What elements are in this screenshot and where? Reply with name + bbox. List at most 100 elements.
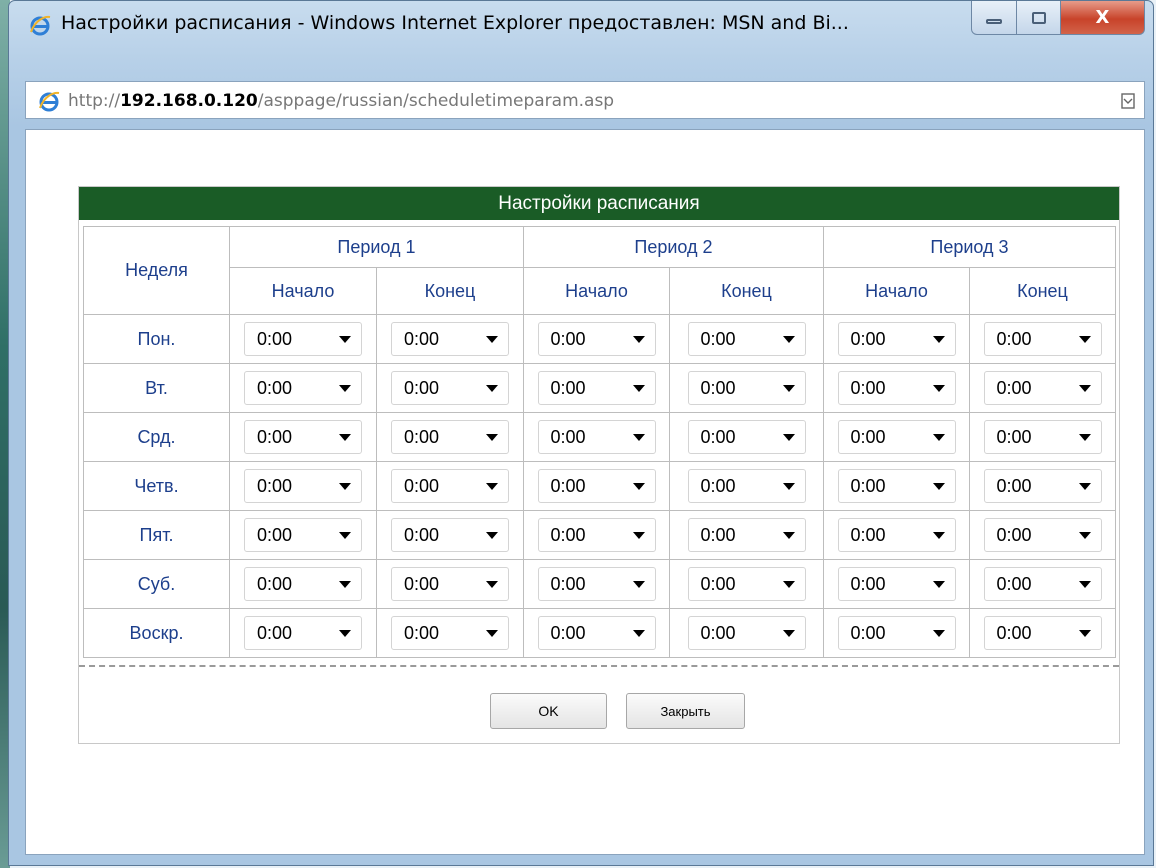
time-select-p2-start[interactable]: 0:00 bbox=[537, 469, 656, 503]
time-select-p2-start[interactable]: 0:00 bbox=[537, 371, 656, 405]
time-select-value: 0:00 bbox=[850, 622, 886, 643]
chevron-down-icon bbox=[486, 482, 498, 490]
day-label: Пон. bbox=[83, 314, 230, 364]
week-header: Неделя bbox=[83, 226, 230, 315]
time-select-p3-end[interactable]: 0:00 bbox=[983, 567, 1102, 601]
start-header: Начало bbox=[229, 267, 377, 315]
schedule-table: Неделя Период 1 Период 2 Период 3 Начало… bbox=[83, 226, 1116, 658]
time-select-p1-start[interactable]: 0:00 bbox=[244, 322, 362, 356]
chevron-down-icon bbox=[1078, 580, 1091, 588]
time-select-value: 0:00 bbox=[996, 573, 1032, 594]
day-row: Вт. 0:00 0:00 0:00 0:00 0:00 0:00 bbox=[83, 363, 1116, 413]
time-select-value: 0:00 bbox=[996, 622, 1032, 643]
time-select-p2-end[interactable]: 0:00 bbox=[687, 420, 806, 454]
time-cell: 0:00 bbox=[376, 363, 524, 413]
time-select-p3-start[interactable]: 0:00 bbox=[837, 616, 956, 650]
time-select-p3-start[interactable]: 0:00 bbox=[837, 518, 956, 552]
close-window-button[interactable]: X bbox=[1061, 1, 1145, 35]
time-select-p1-start[interactable]: 0:00 bbox=[244, 371, 362, 405]
close-button[interactable]: Закрыть bbox=[626, 693, 745, 729]
time-cell: 0:00 bbox=[669, 510, 824, 560]
time-select-p2-end[interactable]: 0:00 bbox=[687, 616, 806, 650]
time-select-p1-end[interactable]: 0:00 bbox=[391, 469, 509, 503]
time-select-p1-end[interactable]: 0:00 bbox=[391, 420, 509, 454]
chevron-down-icon bbox=[486, 531, 498, 539]
time-select-p1-end[interactable]: 0:00 bbox=[391, 322, 509, 356]
schedule-panel: Настройки расписания Неделя Период 1 Пер… bbox=[78, 186, 1120, 744]
time-select-p2-end[interactable]: 0:00 bbox=[687, 567, 806, 601]
time-select-p3-start[interactable]: 0:00 bbox=[837, 567, 956, 601]
time-cell: 0:00 bbox=[229, 608, 377, 658]
address-bar[interactable]: http://192.168.0.120/asppage/russian/sch… bbox=[25, 81, 1145, 119]
time-cell: 0:00 bbox=[229, 363, 377, 413]
time-select-p1-start[interactable]: 0:00 bbox=[244, 420, 362, 454]
time-select-value: 0:00 bbox=[700, 426, 736, 447]
time-cell: 0:00 bbox=[969, 608, 1116, 658]
day-rows: Пон. 0:00 0:00 0:00 0:00 0:00 0:00 Вт. 0:00 0:00 0… bbox=[83, 314, 1116, 658]
chevron-down-icon bbox=[932, 629, 945, 637]
time-select-p1-end[interactable]: 0:00 bbox=[391, 567, 509, 601]
time-select-p3-end[interactable]: 0:00 bbox=[983, 469, 1102, 503]
ok-button[interactable]: OK bbox=[490, 693, 607, 729]
time-select-p3-end[interactable]: 0:00 bbox=[983, 322, 1102, 356]
time-select-p2-end[interactable]: 0:00 bbox=[687, 518, 806, 552]
time-select-value: 0:00 bbox=[996, 328, 1032, 349]
time-select-value: 0:00 bbox=[550, 426, 586, 447]
time-select-p3-end[interactable]: 0:00 bbox=[983, 371, 1102, 405]
time-select-p2-start[interactable]: 0:00 bbox=[537, 322, 656, 356]
time-select-p1-start[interactable]: 0:00 bbox=[244, 518, 362, 552]
time-select-p3-end[interactable]: 0:00 bbox=[983, 518, 1102, 552]
time-select-p1-end[interactable]: 0:00 bbox=[391, 371, 509, 405]
title-bar[interactable]: Настройки расписания - Windows Internet … bbox=[9, 1, 1153, 45]
time-select-p1-end[interactable]: 0:00 bbox=[391, 616, 509, 650]
time-select-p2-end[interactable]: 0:00 bbox=[687, 469, 806, 503]
chevron-down-icon bbox=[632, 531, 645, 539]
chevron-down-icon bbox=[1078, 482, 1091, 490]
maximize-button[interactable] bbox=[1017, 1, 1061, 35]
chevron-down-icon bbox=[632, 335, 645, 343]
time-cell: 0:00 bbox=[669, 363, 824, 413]
time-select-p3-start[interactable]: 0:00 bbox=[837, 371, 956, 405]
chevron-down-icon bbox=[339, 335, 351, 343]
time-cell: 0:00 bbox=[229, 559, 377, 609]
time-select-p2-end[interactable]: 0:00 bbox=[687, 322, 806, 356]
chevron-down-icon bbox=[782, 580, 795, 588]
time-select-p2-start[interactable]: 0:00 bbox=[537, 518, 656, 552]
chevron-down-icon bbox=[782, 433, 795, 441]
time-cell: 0:00 bbox=[823, 363, 970, 413]
time-cell: 0:00 bbox=[669, 461, 824, 511]
time-select-p2-start[interactable]: 0:00 bbox=[537, 420, 656, 454]
time-select-value: 0:00 bbox=[257, 524, 293, 545]
day-row: Пон. 0:00 0:00 0:00 0:00 0:00 0:00 bbox=[83, 314, 1116, 364]
time-select-p2-start[interactable]: 0:00 bbox=[537, 616, 656, 650]
time-select-p1-end[interactable]: 0:00 bbox=[391, 518, 509, 552]
time-select-p3-start[interactable]: 0:00 bbox=[837, 322, 956, 356]
compatibility-view-icon[interactable] bbox=[1120, 92, 1136, 110]
time-select-value: 0:00 bbox=[257, 377, 293, 398]
time-cell: 0:00 bbox=[823, 510, 970, 560]
time-select-p1-start[interactable]: 0:00 bbox=[244, 567, 362, 601]
time-select-value: 0:00 bbox=[700, 573, 736, 594]
time-select-p2-end[interactable]: 0:00 bbox=[687, 371, 806, 405]
time-select-value: 0:00 bbox=[257, 573, 293, 594]
window-title: Настройки расписания - Windows Internet … bbox=[61, 12, 849, 34]
url-scheme: http:// bbox=[68, 91, 121, 111]
time-select-value: 0:00 bbox=[257, 622, 293, 643]
time-select-p1-start[interactable]: 0:00 bbox=[244, 616, 362, 650]
time-select-p3-start[interactable]: 0:00 bbox=[837, 420, 956, 454]
time-cell: 0:00 bbox=[969, 363, 1116, 413]
chevron-down-icon bbox=[632, 384, 645, 392]
time-cell: 0:00 bbox=[376, 559, 524, 609]
ie-popup-window: Настройки расписания - Windows Internet … bbox=[8, 0, 1154, 866]
time-select-p3-end[interactable]: 0:00 bbox=[983, 616, 1102, 650]
time-select-p1-start[interactable]: 0:00 bbox=[244, 469, 362, 503]
time-select-p3-end[interactable]: 0:00 bbox=[983, 420, 1102, 454]
minimize-button[interactable] bbox=[971, 1, 1017, 35]
time-cell: 0:00 bbox=[229, 510, 377, 560]
time-cell: 0:00 bbox=[523, 363, 670, 413]
time-cell: 0:00 bbox=[823, 559, 970, 609]
end-header: Конец bbox=[969, 267, 1116, 315]
chevron-down-icon bbox=[632, 482, 645, 490]
time-select-p2-start[interactable]: 0:00 bbox=[537, 567, 656, 601]
time-select-p3-start[interactable]: 0:00 bbox=[837, 469, 956, 503]
